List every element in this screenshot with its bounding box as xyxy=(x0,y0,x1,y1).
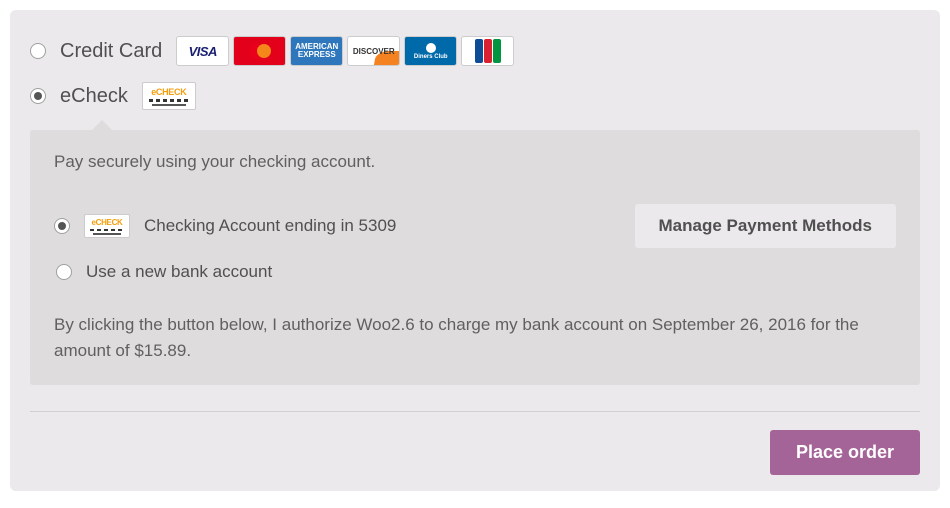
mastercard-icon xyxy=(233,36,286,66)
visa-icon: VISA xyxy=(176,36,229,66)
new-account-label: Use a new bank account xyxy=(86,262,272,282)
radio-credit-card[interactable] xyxy=(30,43,46,59)
echeck-label: eCheck xyxy=(60,85,128,108)
payment-option-credit-card[interactable]: Credit Card VISA AMERICANEXPRESS DISCOVE… xyxy=(30,28,920,74)
jcb-icon xyxy=(461,36,514,66)
radio-echeck[interactable] xyxy=(30,88,46,104)
echeck-icon: eCHECK xyxy=(142,82,196,110)
radio-saved-account[interactable] xyxy=(54,218,70,234)
saved-account-option[interactable]: eCHECK Checking Account ending in 5309 xyxy=(54,214,396,238)
echeck-small-icon: eCHECK xyxy=(84,214,130,238)
saved-account-row: eCHECK Checking Account ending in 5309 M… xyxy=(54,204,896,248)
authorization-text: By clicking the button below, I authoriz… xyxy=(54,312,896,363)
panel-footer: Place order xyxy=(30,412,920,475)
saved-account-label: Checking Account ending in 5309 xyxy=(144,216,396,236)
discover-icon: DISCOVER xyxy=(347,36,400,66)
radio-new-account[interactable] xyxy=(56,264,72,280)
card-brand-logos: VISA AMERICANEXPRESS DISCOVER Diners Clu… xyxy=(176,36,514,66)
new-account-option[interactable]: Use a new bank account xyxy=(56,262,896,282)
credit-card-label: Credit Card xyxy=(60,40,162,63)
payment-option-echeck[interactable]: eCheck eCHECK xyxy=(30,74,920,118)
payment-methods-panel: Credit Card VISA AMERICANEXPRESS DISCOVE… xyxy=(10,10,940,491)
echeck-intro: Pay securely using your checking account… xyxy=(54,152,896,172)
manage-payment-methods-button[interactable]: Manage Payment Methods xyxy=(635,204,897,248)
echeck-details-panel: Pay securely using your checking account… xyxy=(30,130,920,385)
place-order-button[interactable]: Place order xyxy=(770,430,920,475)
amex-icon: AMERICANEXPRESS xyxy=(290,36,343,66)
diners-icon: Diners Club xyxy=(404,36,457,66)
